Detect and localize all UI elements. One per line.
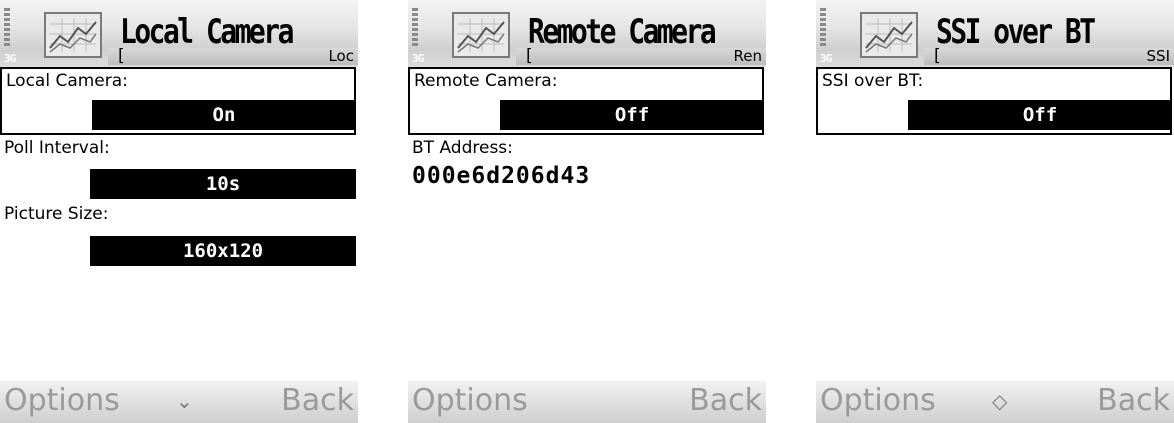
setting-label: Poll Interval: [4, 138, 110, 158]
phone-screen-ssi-over-bt: 3G SSI over BT [ SSI SSI over BT: Off Op… [816, 0, 1174, 423]
ssi-over-bt-setting[interactable]: SSI over BT: Off [816, 67, 1172, 135]
bt-address-setting: BT Address: 000e6d206d43 [408, 137, 764, 207]
scroll-down-indicator-icon: ⌄ [176, 389, 193, 413]
network-type-indicator: 3G [412, 52, 424, 65]
network-type-indicator: 3G [4, 52, 16, 65]
options-softkey[interactable]: Options [412, 383, 528, 418]
setting-value[interactable]: Off [500, 100, 764, 130]
network-type-indicator: 3G [820, 52, 832, 65]
remote-camera-setting[interactable]: Remote Camera: Off [408, 67, 764, 135]
nav-bracket-icon: [ [934, 46, 941, 66]
options-softkey[interactable]: Options [820, 383, 936, 418]
setting-value[interactable]: On [92, 100, 356, 130]
poll-interval-setting[interactable]: Poll Interval: 10s [0, 137, 356, 201]
title-pane: 3G Remote Camera [ Ren [408, 0, 766, 67]
navigation-pane: [ SSI [924, 46, 1174, 66]
nav-bracket-icon: [ [526, 46, 533, 66]
page-title: Local Camera [120, 12, 294, 52]
options-softkey[interactable]: Options [4, 383, 120, 418]
setting-label: SSI over BT: [822, 71, 924, 91]
setting-label: Local Camera: [6, 71, 128, 91]
signal-strength-icon [412, 8, 418, 48]
back-softkey[interactable]: Back [1097, 383, 1170, 418]
title-pane: 3G SSI over BT [ SSI [816, 0, 1174, 67]
back-softkey[interactable]: Back [281, 383, 354, 418]
setting-value[interactable]: 10s [90, 169, 356, 199]
nav-bracket-icon: [ [118, 46, 125, 66]
nav-pane-text: SSI [1146, 47, 1170, 65]
setting-label: BT Address: [412, 138, 513, 158]
local-camera-setting[interactable]: Local Camera: On [0, 67, 356, 135]
navigation-diamond-icon: ◇ [992, 389, 1008, 413]
page-title: SSI over BT [936, 12, 1096, 52]
setting-label: Picture Size: [4, 204, 109, 224]
navigation-pane: [ Loc [108, 46, 358, 66]
chart-app-icon [860, 12, 918, 58]
signal-strength-icon [820, 8, 826, 48]
setting-value[interactable]: 160x120 [90, 236, 356, 266]
setting-label: Remote Camera: [414, 71, 558, 91]
softkey-bar: Options Back [408, 381, 766, 423]
navigation-pane: [ Ren [516, 46, 766, 66]
softkey-bar: Options ◇ Back [816, 381, 1174, 423]
picture-size-setting[interactable]: Picture Size: 160x120 [0, 203, 356, 267]
page-title: Remote Camera [528, 12, 717, 52]
title-pane: 3G Local Camera [ Loc [0, 0, 358, 67]
chart-app-icon [452, 12, 510, 58]
chart-app-icon [44, 12, 102, 58]
phone-screen-local-camera: 3G Local Camera [ Loc Local Camera: On P… [0, 0, 358, 423]
phone-screen-remote-camera: 3G Remote Camera [ Ren Remote Camera: Of… [408, 0, 766, 423]
nav-pane-text: Ren [733, 47, 762, 65]
signal-strength-icon [4, 8, 10, 48]
nav-pane-text: Loc [328, 47, 354, 65]
setting-value[interactable]: Off [908, 100, 1172, 130]
bt-address-value: 000e6d206d43 [412, 163, 591, 189]
back-softkey[interactable]: Back [689, 383, 762, 418]
softkey-bar: Options ⌄ Back [0, 381, 358, 423]
